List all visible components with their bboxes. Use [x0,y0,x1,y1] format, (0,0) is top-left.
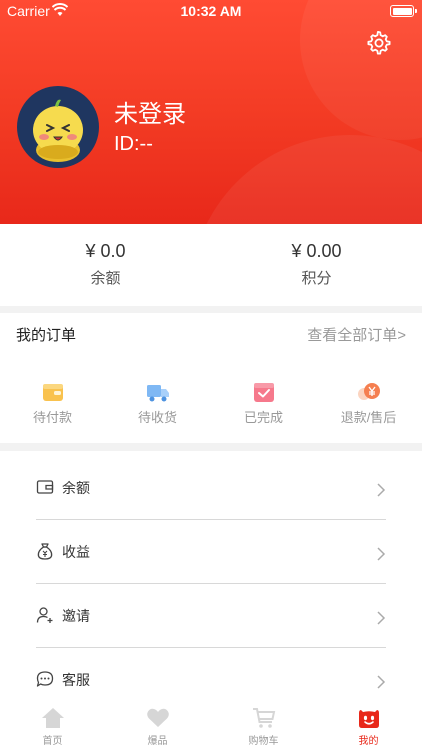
order-refund-aftersale[interactable]: 退款/售后 [316,381,421,426]
status-bar: Carrier 10:32 AM [0,0,422,24]
wallet-icon [42,384,63,401]
menu-label: 余额 [62,480,90,496]
tab-cart[interactable]: 购物车 [211,706,316,747]
tab-home[interactable]: 首页 [0,706,105,747]
truck-icon [146,385,169,402]
tab-label: 购物车 [248,736,279,747]
user-id: ID:-- [114,133,153,155]
username[interactable]: 未登录 [114,94,186,129]
stat-label: 余额 [90,270,121,287]
chevron-right-icon [377,483,386,497]
order-status-label: 已完成 [243,410,283,425]
stat-value: ¥ 0.0 [85,241,126,261]
heart-icon [146,708,169,727]
menu-label: 邀请 [62,608,90,624]
tab-label: 我的 [358,736,379,747]
battery-icon [390,5,417,17]
add-user-icon [36,607,53,623]
chat-bubble-icon [36,671,54,687]
clock: 10:32 AM [180,3,242,19]
wallet-outline-icon [36,480,54,494]
stat-label: 积分 [301,270,332,287]
header-decoration [190,135,422,224]
cart-icon [252,708,275,728]
menu-row-balance[interactable]: 余额 [36,456,386,520]
home-icon [41,708,64,728]
money-bag-icon [37,543,53,560]
chevron-right-icon [377,547,386,561]
chevron-right-icon [377,611,386,625]
menu-row-invite[interactable]: 邀请 [36,584,386,648]
refund-icon [357,383,380,400]
order-status-label: 待付款 [32,410,72,425]
menu-row-earnings[interactable]: 收益 [36,520,386,584]
tab-label: 首页 [42,736,63,747]
bottom-tab-bar: 首页 爆品 购物车 我的 [0,702,422,750]
avatar[interactable] [17,86,99,168]
settings-menu: 余额 收益 邀请 客服 [0,451,422,706]
balance-stats: ¥ 0.0 余额 ¥ 0.00 积分 [0,224,422,306]
settings-gear-icon[interactable] [367,31,391,55]
order-pending-delivery[interactable]: 待收货 [105,381,210,426]
tab-mine[interactable]: 我的 [316,706,421,747]
chevron-right-icon [377,675,386,689]
stat-value: ¥ 0.00 [291,241,342,261]
my-orders-section: 我的订单 查看全部订单> 待付款 待收货 已完成 退款/售后 [0,313,422,443]
check-box-icon [253,383,274,402]
tab-label: 爆品 [147,736,168,747]
view-all-orders-link[interactable]: 查看全部订单> [307,324,406,345]
order-pending-payment[interactable]: 待付款 [0,381,105,426]
tab-hot-products[interactable]: 爆品 [105,706,210,747]
stat-points[interactable]: ¥ 0.00 积分 [211,241,422,288]
order-completed[interactable]: 已完成 [211,381,316,426]
stat-balance[interactable]: ¥ 0.0 余额 [0,241,211,288]
menu-label: 收益 [62,544,90,560]
mascot-avatar-image [33,99,83,162]
menu-label: 客服 [62,672,90,688]
profile-header: Carrier 10:32 AM 未登录 ID:-- [0,0,422,224]
order-status-label: 待收货 [137,410,177,425]
smiley-icon [358,710,379,728]
orders-title: 我的订单 [16,327,77,344]
order-status-label: 退款/售后 [340,410,397,425]
